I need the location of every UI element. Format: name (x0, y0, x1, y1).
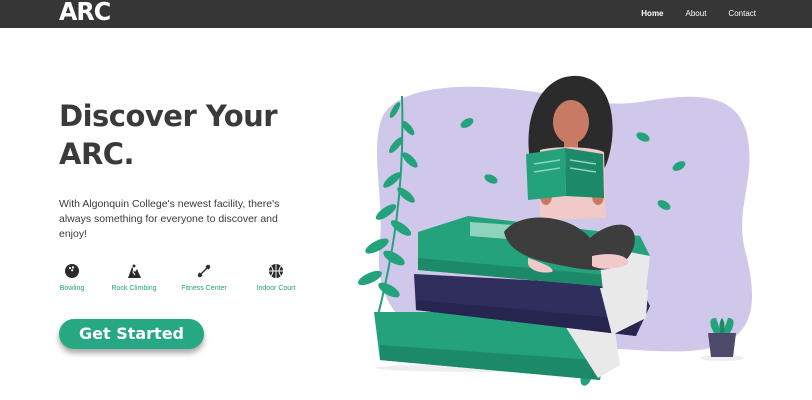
bowling-ball-icon (63, 262, 81, 280)
feature-label: Rock Climbing (111, 285, 157, 292)
hero-subtitle: With Algonquin College's newest facility… (59, 198, 280, 240)
nav-contact-link[interactable]: Contact (728, 0, 756, 28)
arc-logo[interactable]: ARC (59, 0, 111, 28)
get-started-button[interactable]: Get Started (59, 319, 204, 349)
dumbbell-icon (195, 262, 213, 280)
reading-woman-illustration (358, 75, 753, 386)
potted-plant (708, 318, 736, 357)
basketball-icon (267, 262, 285, 280)
nav-home-link[interactable]: Home (641, 0, 663, 28)
nav-links: Home About Contact (619, 0, 756, 28)
feature-bowling[interactable]: Bowling (44, 262, 100, 292)
feature-fitness-center[interactable]: Fitness Center (172, 262, 236, 292)
feature-label: Indoor Court (256, 285, 296, 292)
feature-label: Bowling (59, 285, 85, 292)
feature-list: Bowling Rock Climbing Fitness Center Ind… (44, 262, 314, 292)
nav-about-link[interactable]: About (686, 0, 707, 28)
feature-indoor-court[interactable]: Indoor Court (244, 262, 308, 292)
feature-rock-climbing[interactable]: Rock Climbing (102, 262, 166, 292)
rock-climbing-icon (125, 262, 143, 280)
feature-label: Fitness Center (181, 285, 227, 292)
hero-title-line2: ARC. (59, 137, 135, 171)
top-navbar: ARC Home About Contact (0, 0, 812, 28)
hero-title-line1: Discover Your (59, 99, 278, 133)
hero-title: Discover Your ARC. (59, 97, 319, 173)
